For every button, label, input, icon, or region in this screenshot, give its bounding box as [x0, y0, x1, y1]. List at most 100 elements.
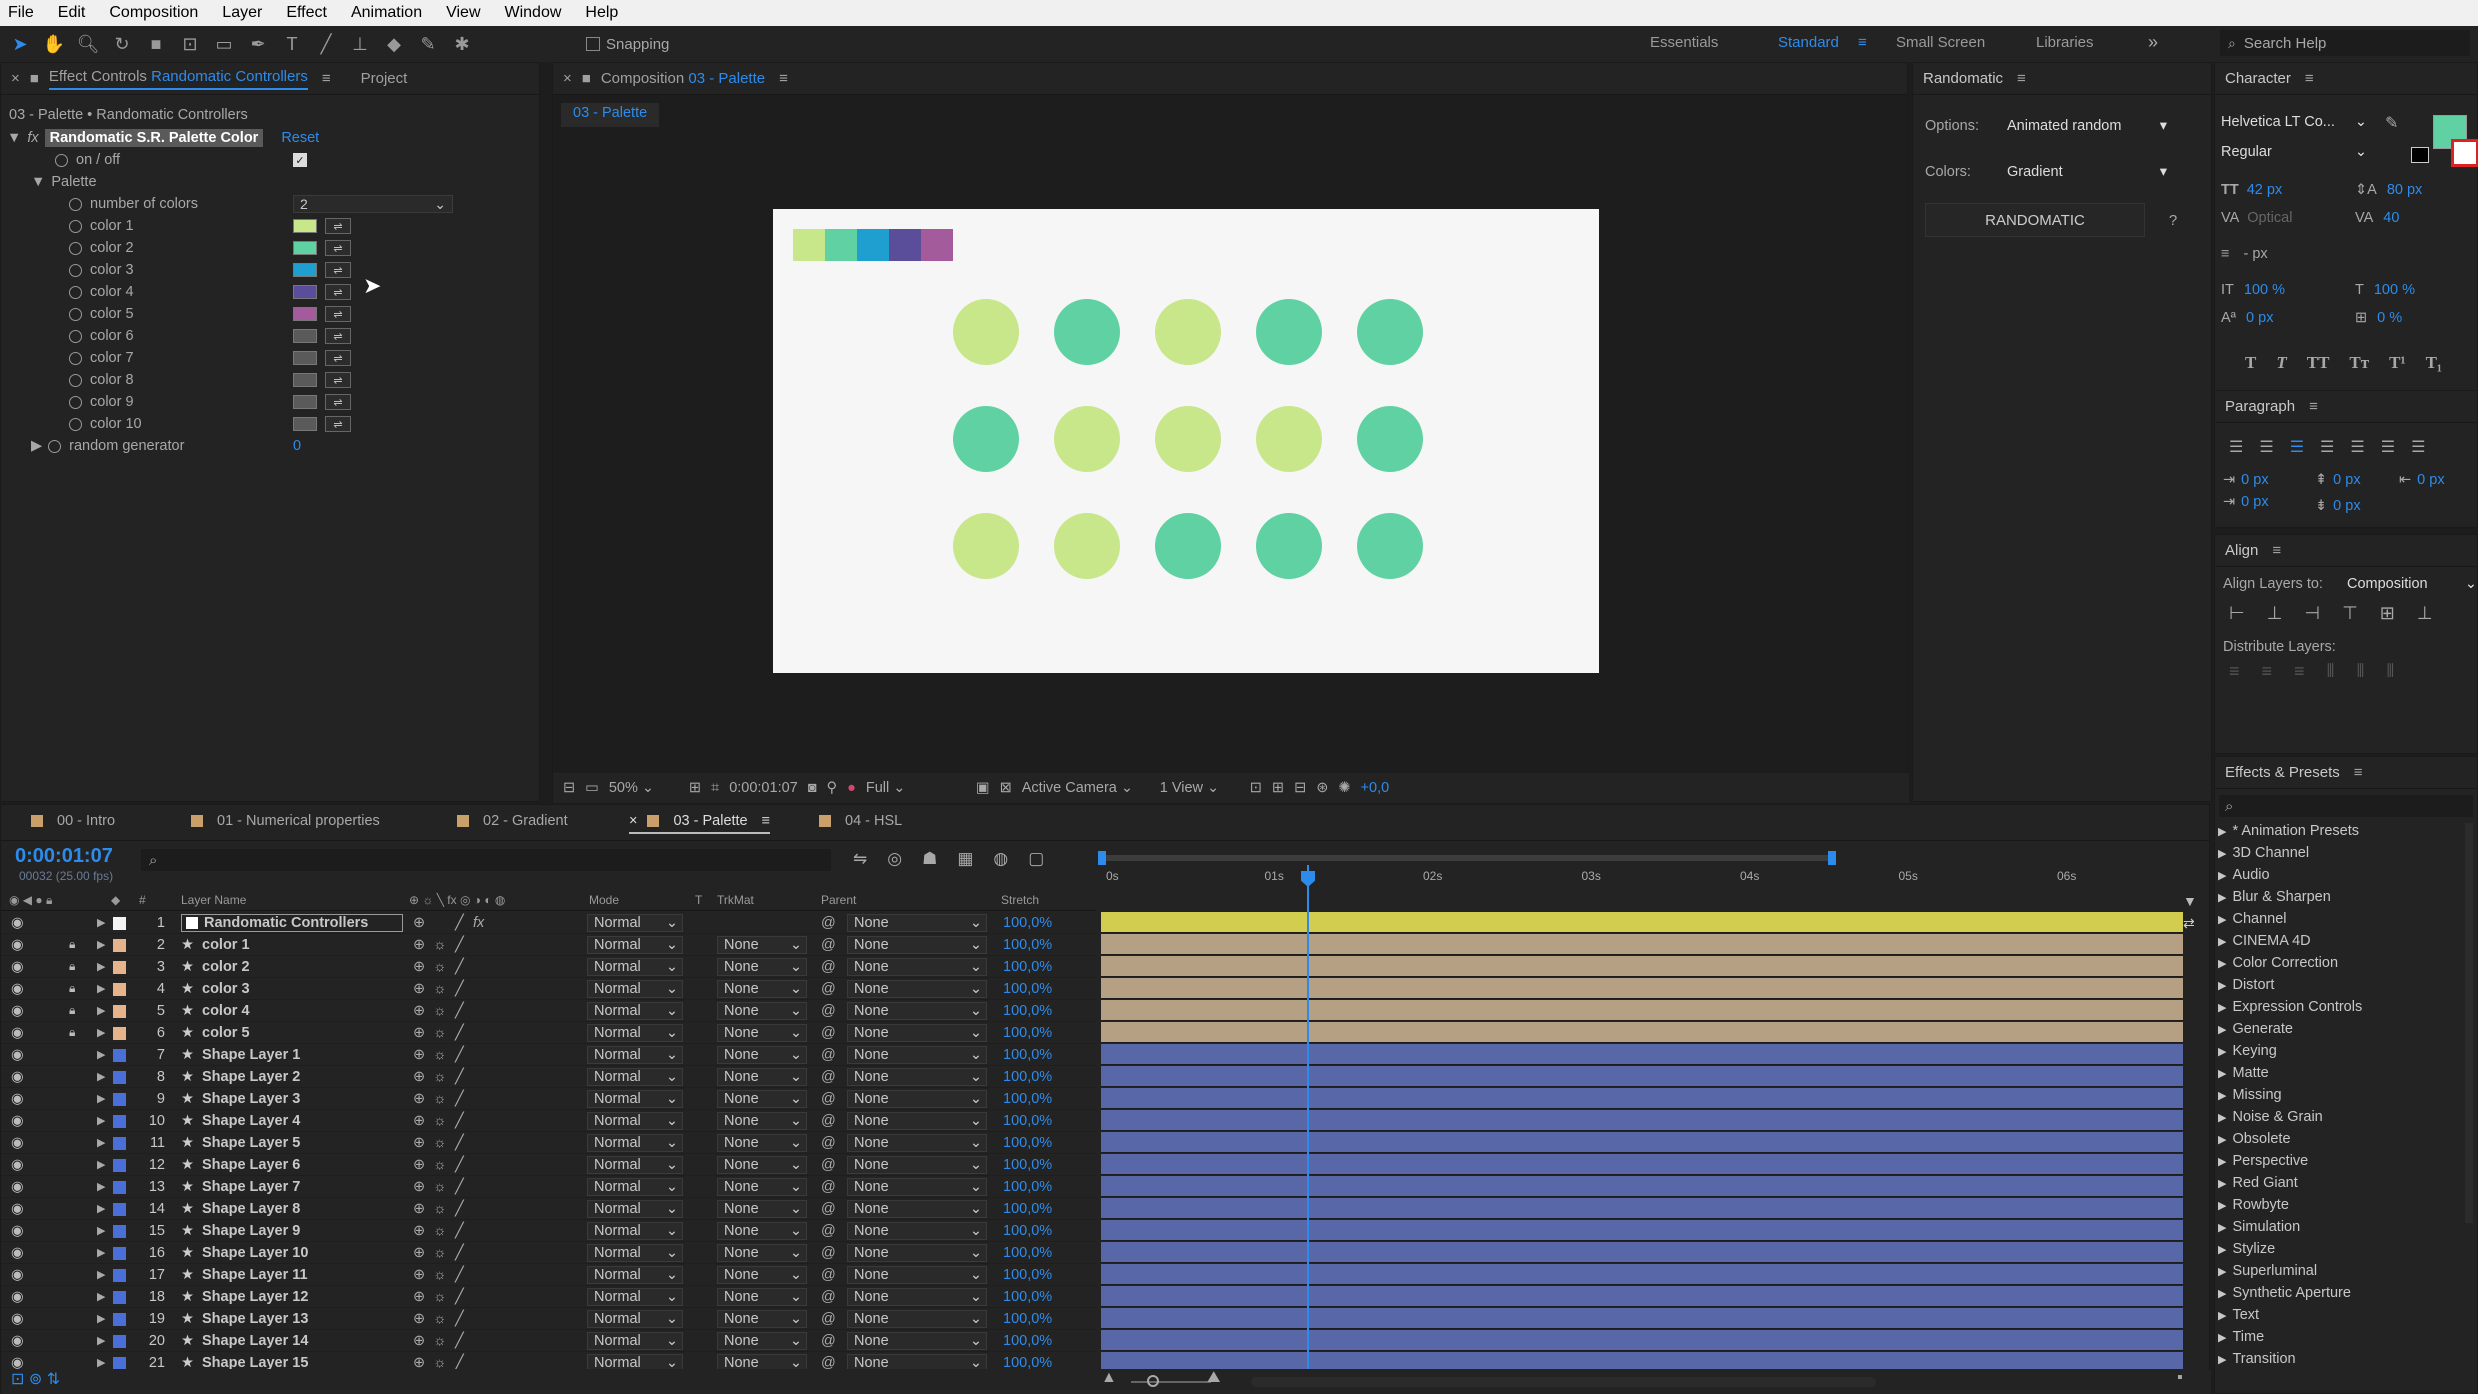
layer-label-color[interactable]: [113, 1269, 126, 1282]
pick-whip-icon[interactable]: @: [821, 1289, 836, 1305]
effects-category[interactable]: ▶ Time: [2218, 1329, 2264, 1345]
visibility-eye-icon[interactable]: ◉: [11, 1245, 24, 1261]
quality-switch-icon[interactable]: ╱: [455, 1245, 464, 1261]
color-channel-icon[interactable]: ●: [847, 780, 856, 796]
cursor-handle-icon[interactable]: ⇄: [2183, 915, 2195, 932]
effects-category[interactable]: ▶ Audio: [2218, 867, 2270, 883]
align-bottom-edges-icon[interactable]: ⊥: [2417, 603, 2433, 624]
effects-category[interactable]: ▶ Noise & Grain: [2218, 1109, 2323, 1125]
expand-triangle-icon[interactable]: ▶: [2218, 1156, 2226, 1168]
expand-triangle-icon[interactable]: ▶: [97, 1026, 105, 1039]
layer-row[interactable]: ◉ ▶ 20 ★ Shape Layer 14 ⊕ ☼ ╱ Normal ⌄ None ⌄ @ None ⌄…: [1, 1330, 1096, 1352]
menu-window[interactable]: Window: [505, 4, 562, 22]
layer-name-cell[interactable]: ★ Shape Layer 3: [181, 1091, 300, 1107]
expand-triangle-icon[interactable]: ▶: [2218, 1024, 2226, 1036]
layer-name-cell[interactable]: ★ Shape Layer 10: [181, 1245, 308, 1261]
effect-controls-tab[interactable]: Effect Controls Randomatic Controllers: [48, 68, 308, 90]
layer-duration-bar[interactable]: [1101, 934, 2183, 955]
trkmat-dropdown[interactable]: None ⌄: [717, 936, 807, 954]
shy-switch-icon[interactable]: ⊕: [413, 1245, 425, 1261]
fx-icon[interactable]: fx: [27, 130, 38, 146]
shy-switch-icon[interactable]: ⊕: [413, 1113, 425, 1129]
layer-label-color[interactable]: [113, 1005, 126, 1018]
close-icon[interactable]: ×: [11, 70, 20, 87]
layer-duration-bar[interactable]: [1101, 1286, 2183, 1307]
align-top-edges-icon[interactable]: ⊤: [2342, 603, 2358, 624]
effects-category[interactable]: ▶ Blur & Sharpen: [2218, 889, 2331, 905]
layer-row[interactable]: ◉ ▶ 13 ★ Shape Layer 7 ⊕ ☼ ╱ Normal ⌄ None ⌄ @ None ⌄ 1…: [1, 1176, 1096, 1198]
visibility-eye-icon[interactable]: ◉: [11, 1179, 24, 1195]
layer-row[interactable]: ◉ ▶ 9 ★ Shape Layer 3 ⊕ ☼ ╱ Normal ⌄ None ⌄ @ None ⌄ 10…: [1, 1088, 1096, 1110]
expand-triangle-icon[interactable]: ▶: [97, 938, 105, 951]
flowchart-icon[interactable]: ⊛: [1316, 780, 1328, 796]
layer-duration-bar[interactable]: [1101, 912, 2183, 933]
stopwatch-icon[interactable]: [69, 285, 82, 299]
rotate-tool-icon[interactable]: ↻: [108, 30, 136, 58]
work-area-end-handle[interactable]: [1828, 851, 1836, 865]
expand-triangle-icon[interactable]: ▶: [2218, 936, 2226, 948]
quality-switch-icon[interactable]: ╱: [455, 1003, 464, 1019]
mode-dropdown[interactable]: Normal ⌄: [587, 980, 683, 998]
superscript-icon[interactable]: T¹: [2389, 353, 2405, 373]
pan-behind-tool-icon[interactable]: ⊡: [176, 30, 204, 58]
expand-triangle-icon[interactable]: ▶: [97, 1202, 105, 1215]
layer-label-color[interactable]: [113, 983, 126, 996]
shape-dot[interactable]: [1357, 513, 1423, 579]
stopwatch-icon[interactable]: [48, 439, 62, 453]
align-right-icon[interactable]: ☰: [2290, 437, 2304, 457]
stopwatch-icon[interactable]: [69, 373, 82, 387]
mode-dropdown[interactable]: Normal ⌄: [587, 1310, 683, 1328]
expand-triangle-icon[interactable]: ▶: [2218, 1354, 2226, 1366]
stretch-value[interactable]: 100,0%: [1003, 1113, 1052, 1129]
timeline-scrollbar[interactable]: [1251, 1377, 1876, 1387]
composition-canvas[interactable]: [773, 209, 1599, 673]
shy-switch-icon[interactable]: ⊕: [413, 1003, 425, 1019]
visibility-eye-icon[interactable]: ◉: [11, 1025, 24, 1041]
effects-category[interactable]: ▶ Color Correction: [2218, 955, 2338, 971]
expand-triangle-icon[interactable]: ▶: [2218, 1244, 2226, 1256]
align-center-icon[interactable]: ☰: [2259, 437, 2273, 457]
expand-triangle-icon[interactable]: ▶: [97, 960, 105, 973]
panel-menu-icon[interactable]: ≡: [2354, 764, 2363, 781]
shy-switch-icon[interactable]: ⊕: [413, 1223, 425, 1239]
effects-category[interactable]: ▶ Missing: [2218, 1087, 2282, 1103]
pick-whip-icon[interactable]: @: [821, 959, 836, 975]
expand-triangle-icon[interactable]: ▼: [7, 130, 21, 146]
eyedropper-icon[interactable]: ⇌: [325, 284, 351, 300]
stretch-value[interactable]: 100,0%: [1003, 1157, 1052, 1173]
shy-switch-icon[interactable]: ⊕: [413, 1047, 425, 1063]
align-left-edges-icon[interactable]: ⊢: [2229, 603, 2245, 624]
layer-duration-bar[interactable]: [1101, 1176, 2183, 1197]
color-swatch[interactable]: [293, 263, 317, 277]
quality-switch-icon[interactable]: ╱: [455, 981, 464, 997]
layer-duration-bar[interactable]: [1101, 1110, 2183, 1131]
randomatic-button[interactable]: RANDOMATIC: [1925, 203, 2145, 237]
layer-label-color[interactable]: [113, 1093, 126, 1106]
mode-dropdown[interactable]: Normal ⌄: [587, 1222, 683, 1240]
layer-name-cell[interactable]: ★ Shape Layer 14: [181, 1333, 308, 1349]
exposure-value[interactable]: +0,0: [1361, 780, 1390, 796]
palette-group-row[interactable]: ▼ Palette: [31, 171, 97, 193]
selection-tool-icon[interactable]: ➤: [6, 30, 34, 58]
eraser-tool-icon[interactable]: ◆: [380, 30, 408, 58]
layer-name-cell[interactable]: ★ Shape Layer 12: [181, 1289, 308, 1305]
expand-triangle-icon[interactable]: ▶: [97, 1334, 105, 1347]
layer-duration-bar[interactable]: [1101, 1264, 2183, 1285]
justify-right-icon[interactable]: ☰: [2381, 437, 2395, 457]
stretch-value[interactable]: 100,0%: [1003, 981, 1052, 997]
stretch-value[interactable]: 100,0%: [1003, 1311, 1052, 1327]
expand-triangle-icon[interactable]: ▶: [31, 438, 42, 454]
pick-whip-icon[interactable]: @: [821, 1113, 836, 1129]
colors-dropdown[interactable]: Gradient ▾: [2007, 164, 2167, 180]
menu-view[interactable]: View: [446, 4, 480, 22]
effects-scrollbar[interactable]: [2465, 823, 2473, 1223]
effects-category[interactable]: ▶ Keying: [2218, 1043, 2277, 1059]
layer-label-color[interactable]: [113, 1071, 126, 1084]
parent-dropdown[interactable]: None ⌄: [847, 1332, 987, 1350]
lock-icon[interactable]: 🔒︎: [69, 937, 75, 952]
quality-switch-icon[interactable]: ╱: [455, 1333, 464, 1349]
expand-triangle-icon[interactable]: ▶: [2218, 1222, 2226, 1234]
composition-subtab[interactable]: 03 - Palette: [561, 103, 660, 127]
shy-layers-icon[interactable]: ☗: [922, 849, 937, 869]
color-swatch[interactable]: [293, 219, 317, 233]
